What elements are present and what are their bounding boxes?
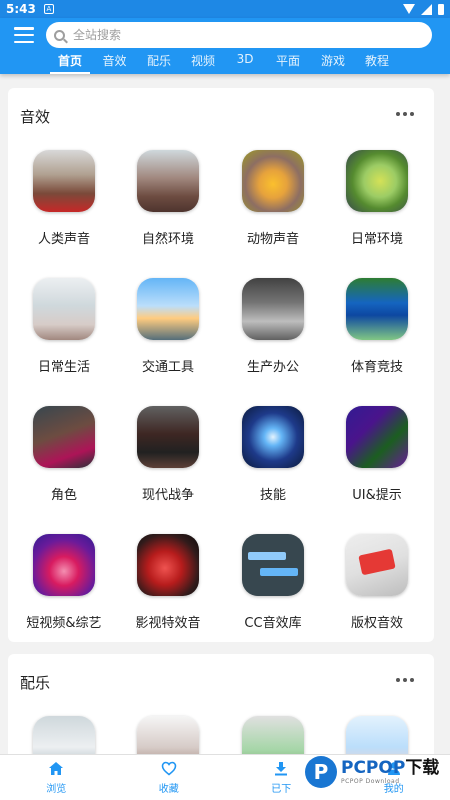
category-label: 技能 bbox=[259, 488, 286, 503]
category-label: 角色 bbox=[50, 488, 77, 503]
watermark-logo: P bbox=[305, 756, 337, 788]
download-icon bbox=[274, 761, 288, 777]
category-daily-environment[interactable]: 日常环境 bbox=[325, 150, 429, 247]
section-title: 音效 bbox=[20, 108, 51, 126]
category-tabs: 首页 音效 配乐 视频 3D 平面 游戏 教程 bbox=[0, 52, 450, 74]
nav-label: 收藏 bbox=[158, 783, 179, 795]
category-label: 影视特效音 bbox=[135, 616, 201, 631]
nav-favorites[interactable]: 收藏 bbox=[113, 755, 226, 800]
category-office[interactable]: 生产办公 bbox=[221, 278, 325, 375]
search-icon bbox=[54, 29, 65, 41]
category-label: CC音效库 bbox=[244, 616, 302, 631]
game-ui-image bbox=[346, 406, 408, 468]
airplane-image bbox=[137, 278, 199, 340]
crowd-image bbox=[33, 150, 95, 212]
category-animal[interactable]: 动物声音 bbox=[221, 150, 325, 247]
tab-sound-effects[interactable]: 音效 bbox=[92, 52, 137, 74]
category-label: 现代战争 bbox=[141, 488, 194, 503]
status-bar: 5:43 A bbox=[0, 0, 450, 18]
category-short-video[interactable]: 短视频&综艺 bbox=[12, 534, 116, 631]
soldiers-image bbox=[137, 406, 199, 468]
tab-graphic[interactable]: 平面 bbox=[265, 52, 311, 74]
category-skills[interactable]: 技能 bbox=[221, 406, 325, 503]
tennis-ball-image bbox=[346, 150, 408, 212]
chat-bubbles-image bbox=[242, 534, 304, 596]
copyright-keyboard-image bbox=[346, 534, 408, 596]
magic-orb-image bbox=[242, 406, 304, 468]
watermark-brand: PCPOP bbox=[341, 757, 406, 778]
category-label: 日常生活 bbox=[37, 360, 90, 375]
category-transport[interactable]: 交通工具 bbox=[116, 278, 220, 375]
watermark: P PCPOP下载 PCPOP Download bbox=[305, 752, 450, 792]
category-copyright[interactable]: 版权音效 bbox=[325, 534, 429, 631]
category-label: 交通工具 bbox=[141, 360, 194, 375]
office-image bbox=[242, 278, 304, 340]
category-label: UI&提示 bbox=[352, 488, 402, 503]
category-label: 短视频&综艺 bbox=[26, 616, 102, 631]
tab-music[interactable]: 配乐 bbox=[137, 52, 181, 74]
home-icon bbox=[48, 761, 64, 777]
category-label: 日常环境 bbox=[350, 232, 403, 247]
sound-effects-section: 音效 人类声音 自然环境 动物声音 日常环境 日常生活 交通工具 生产办公 体育… bbox=[8, 88, 434, 642]
category-character[interactable]: 角色 bbox=[12, 406, 116, 503]
watermark-tagline: PCPOP Download bbox=[341, 777, 400, 785]
tab-games[interactable]: 游戏 bbox=[311, 52, 355, 74]
category-label: 体育竞技 bbox=[350, 360, 403, 375]
notification-icon: A bbox=[43, 4, 54, 14]
lion-image bbox=[242, 150, 304, 212]
search-input[interactable] bbox=[73, 28, 432, 42]
wifi-icon bbox=[403, 4, 415, 14]
tab-video[interactable]: 视频 bbox=[181, 52, 225, 74]
category-nature[interactable]: 自然环境 bbox=[116, 150, 220, 247]
category-label: 人类声音 bbox=[37, 232, 90, 247]
tab-home[interactable]: 首页 bbox=[50, 52, 90, 74]
battery-icon bbox=[438, 3, 444, 15]
signal-icon bbox=[421, 3, 432, 15]
category-label: 版权音效 bbox=[350, 616, 403, 631]
tab-3d[interactable]: 3D bbox=[225, 52, 265, 74]
category-label: 自然环境 bbox=[141, 232, 194, 247]
more-icon[interactable] bbox=[396, 678, 414, 682]
more-icon[interactable] bbox=[396, 112, 414, 116]
category-film-fx[interactable]: 影视特效音 bbox=[116, 534, 220, 631]
mountain-image bbox=[137, 150, 199, 212]
search-bar[interactable] bbox=[46, 22, 432, 48]
watermark-suffix: 下载 bbox=[405, 757, 440, 778]
warrior-image bbox=[33, 406, 95, 468]
menu-icon[interactable] bbox=[14, 27, 34, 43]
category-modern-war[interactable]: 现代战争 bbox=[116, 406, 220, 503]
section-title: 配乐 bbox=[20, 674, 51, 692]
nav-label: 浏览 bbox=[46, 783, 67, 795]
category-ui-hints[interactable]: UI&提示 bbox=[325, 406, 429, 503]
status-time: 5:43 bbox=[6, 2, 36, 16]
app-bar: 首页 音效 配乐 视频 3D 平面 游戏 教程 bbox=[0, 18, 450, 74]
neon-stage-image bbox=[33, 534, 95, 596]
heart-icon bbox=[161, 761, 177, 777]
faucet-image bbox=[33, 278, 95, 340]
category-label: 生产办公 bbox=[246, 360, 299, 375]
nav-browse[interactable]: 浏览 bbox=[0, 755, 113, 800]
category-sports[interactable]: 体育竞技 bbox=[325, 278, 429, 375]
red-fx-image bbox=[137, 534, 199, 596]
category-human-voice[interactable]: 人类声音 bbox=[12, 150, 116, 247]
nav-label: 已下 bbox=[271, 783, 292, 795]
category-cc-library[interactable]: CC音效库 bbox=[221, 534, 325, 631]
category-label: 动物声音 bbox=[246, 232, 299, 247]
tab-tutorials[interactable]: 教程 bbox=[355, 52, 399, 74]
category-daily-life[interactable]: 日常生活 bbox=[12, 278, 116, 375]
runners-image bbox=[346, 278, 408, 340]
